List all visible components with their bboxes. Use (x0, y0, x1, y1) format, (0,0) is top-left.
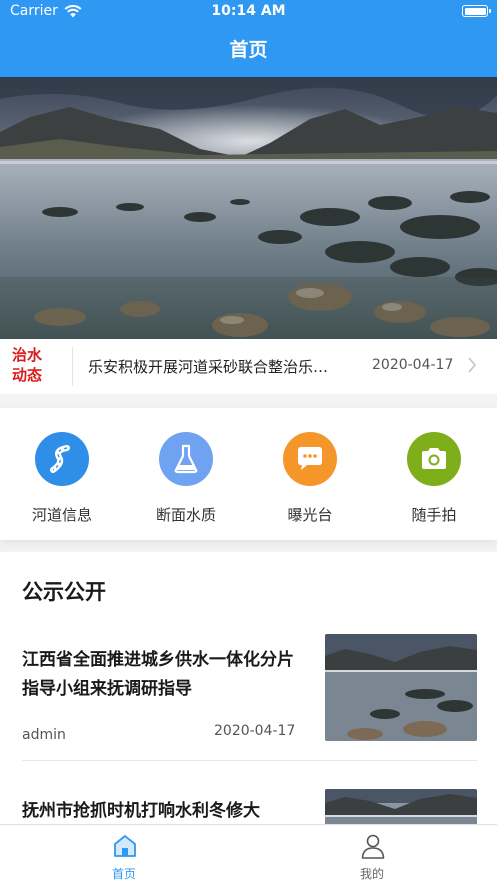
home-icon (114, 835, 136, 857)
lake-landscape-image (0, 77, 497, 339)
quick-link-label: 曝光台 (287, 506, 333, 524)
quick-link-label: 河道信息 (31, 506, 92, 524)
article-date: 2020-04-17 (214, 723, 296, 739)
banner-image[interactable] (0, 77, 497, 339)
article-title: 抚州市抢抓时机打响水利冬修大 (22, 801, 260, 821)
quick-link-water-quality[interactable]: 断面水质 (124, 408, 248, 540)
tab-mine-label: 我的 (359, 867, 384, 881)
section-title: 公示公开 (22, 580, 106, 604)
tab-home-label: 首页 (111, 867, 136, 881)
news-tag-line1: 治水 (12, 346, 43, 364)
tab-bar: 首页 我的 (0, 824, 497, 884)
chevron-right-icon[interactable] (467, 356, 477, 374)
quick-link-label: 随手拍 (411, 506, 457, 524)
page-title: 首页 (0, 24, 497, 77)
quick-link-exposure[interactable]: 曝光台 (248, 408, 372, 540)
clock: 10:14 AM (211, 3, 286, 19)
chat-bubble-icon (283, 432, 337, 486)
news-headline[interactable]: 乐安积极开展河道采砂联合整治乐… (88, 356, 348, 377)
quick-link-river-info[interactable]: 河道信息 (0, 408, 124, 540)
tab-home[interactable]: 首页 (0, 825, 248, 884)
article-author: admin (22, 727, 66, 743)
news-tag-line2: 动态 (12, 366, 43, 384)
tab-mine[interactable]: 我的 (248, 825, 496, 884)
status-bar: Carrier 10:14 AM (0, 0, 497, 24)
quick-links-grid: 河道信息 断面水质 曝光台 随手拍 (0, 408, 497, 540)
battery-icon (462, 5, 491, 17)
article-item[interactable]: 江西省全面推进城乡供水一体化分片指导小组来抚调研指导 admin 2020-04… (22, 634, 477, 743)
public-notice-section: 公示公开 江西省全面推进城乡供水一体化分片指导小组来抚调研指导 admin 20… (0, 552, 497, 824)
divider (72, 347, 73, 386)
quick-link-label: 断面水质 (155, 506, 216, 524)
divider (22, 760, 477, 761)
camera-icon (407, 432, 461, 486)
user-icon (361, 834, 385, 859)
quick-link-snapshot[interactable]: 随手拍 (372, 408, 496, 540)
article-thumbnail (325, 789, 477, 824)
news-tag: 治水 动态 (12, 345, 62, 385)
article-thumbnail (325, 634, 477, 741)
river-road-icon (35, 432, 89, 486)
news-date: 2020-04-17 (372, 357, 454, 373)
article-item[interactable]: 抚州市抢抓时机打响水利冬修大 (22, 789, 477, 824)
flask-icon (159, 432, 213, 486)
article-title: 江西省全面推进城乡供水一体化分片指导小组来抚调研指导 (22, 650, 294, 699)
news-ticker[interactable]: 治水 动态 乐安积极开展河道采砂联合整治乐… 2020-04-17 (0, 339, 497, 394)
